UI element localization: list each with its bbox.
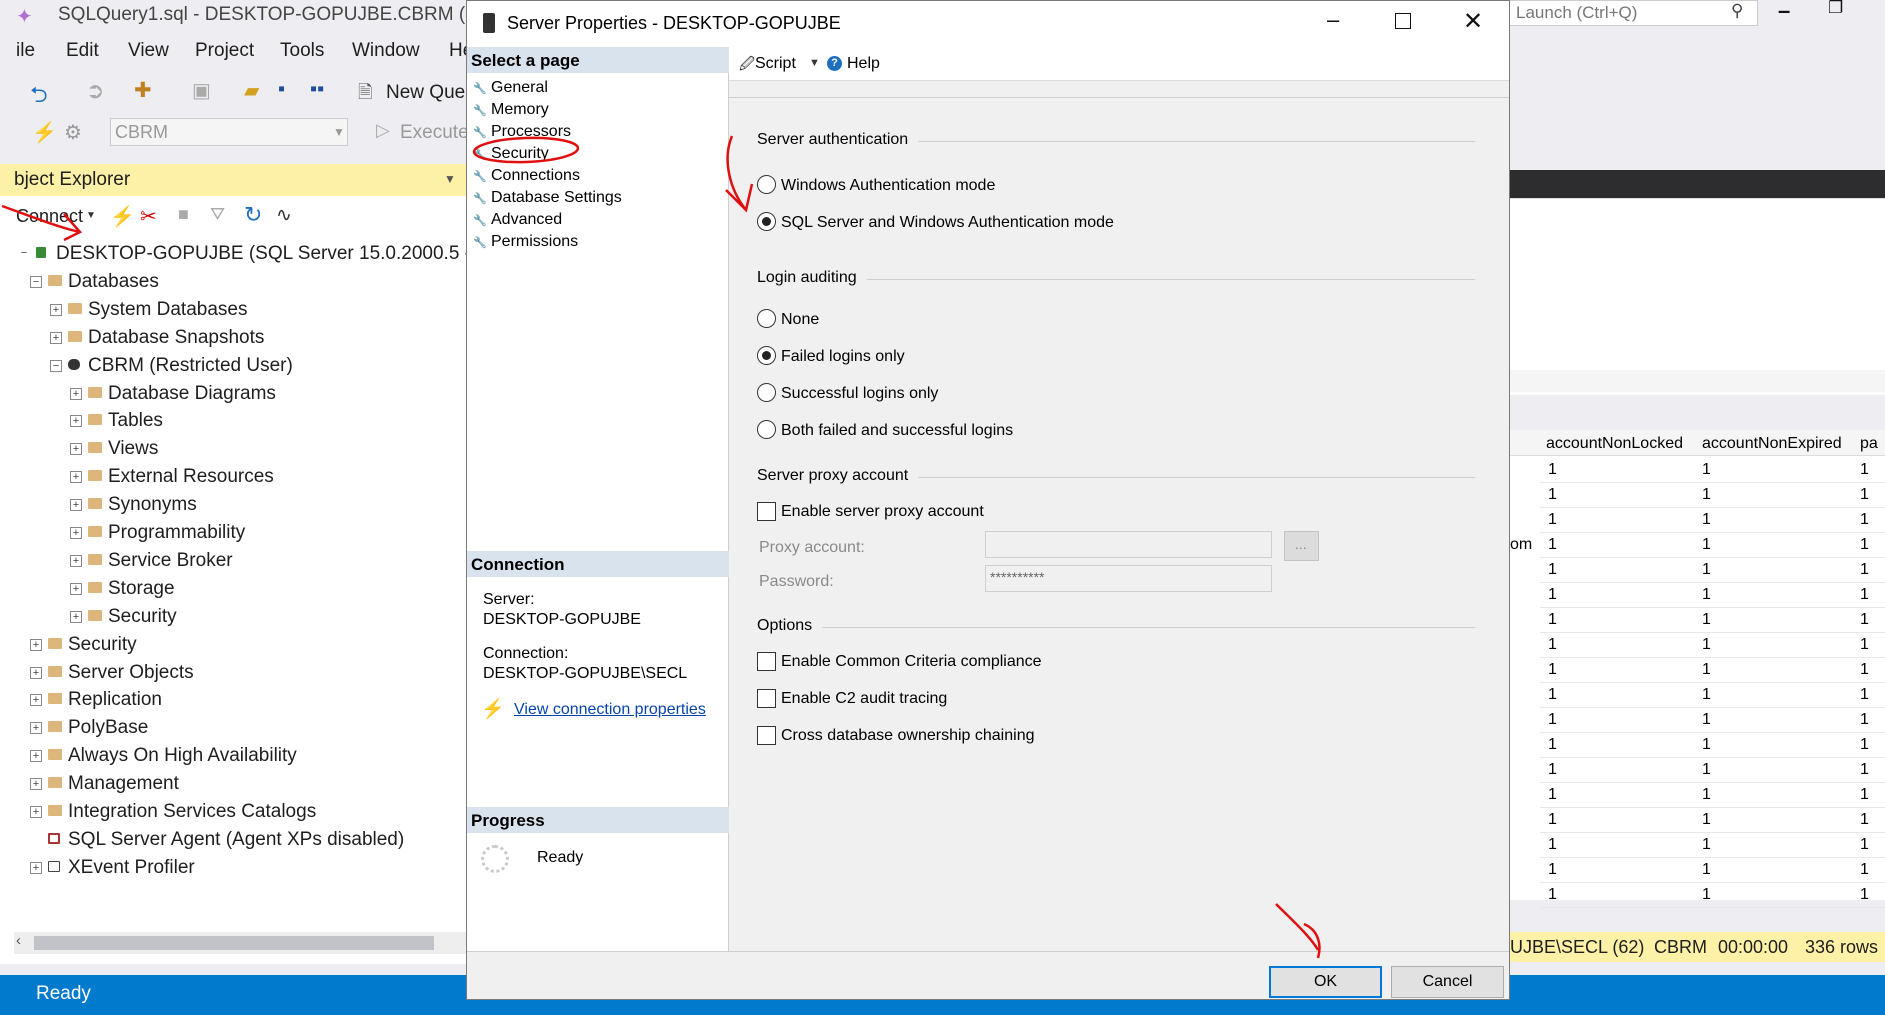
annotation-arrow-ok (1275, 903, 1321, 959)
annotation-circle-security (472, 136, 580, 164)
annotation-arrow-connect (1, 204, 83, 242)
red-annotations (1, 135, 1321, 959)
annotation-arrow-auth (725, 135, 754, 213)
